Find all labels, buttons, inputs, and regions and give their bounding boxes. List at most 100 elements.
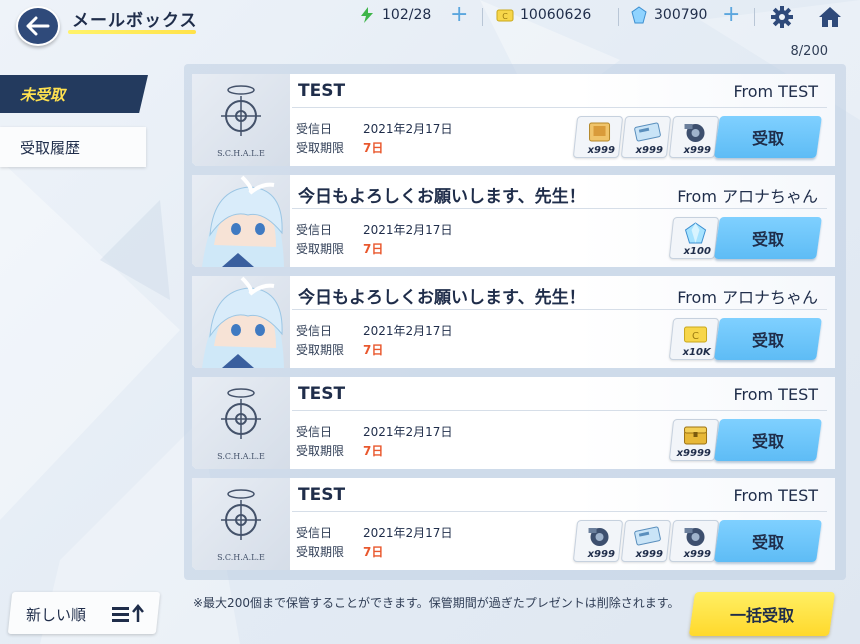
mail-item[interactable]: S.C.H.A.L.E TEST From TEST 受信日 受取期限 2021年2月17…	[192, 74, 835, 166]
ap-display: 102/28	[358, 6, 431, 24]
deadline-label: 受取期限	[296, 242, 345, 256]
disk-icon	[634, 122, 661, 142]
credit-icon: C	[496, 9, 514, 22]
mail-sender: From アロナちゃん	[677, 187, 818, 206]
storage-notice: ※最大200個まで保管することができます。保管期間が過ぎたプレゼントは削除されま…	[193, 596, 680, 610]
claim-label: 受取	[751, 331, 784, 350]
reward-items: x100	[668, 217, 720, 259]
claim-all-button[interactable]: 一括受取	[688, 592, 836, 636]
divider	[292, 511, 827, 512]
reward-items: x9999	[668, 419, 720, 461]
reward-item[interactable]: Cx10K	[668, 318, 720, 360]
add-gem-button[interactable]: +	[722, 4, 740, 26]
mail-item[interactable]: S.C.H.A.L.E TEST From TEST 受信日 受取期限 2021年2月17…	[192, 377, 835, 469]
reward-item[interactable]: x999	[668, 520, 720, 562]
divider	[292, 309, 827, 310]
claim-label: 受取	[751, 432, 784, 451]
mail-sender: From アロナちゃん	[677, 288, 818, 307]
ap-value: 102/28	[382, 7, 432, 23]
mail-avatar: S.C.H.A.L.E	[192, 74, 290, 166]
mail-avatar: S.C.H.A.L.E	[192, 377, 290, 469]
reward-qty: x999	[635, 145, 663, 156]
deadline-label: 受取期限	[296, 444, 345, 458]
gem-icon	[684, 222, 707, 244]
claim-label: 受取	[751, 129, 784, 148]
gem-icon	[631, 6, 647, 24]
divider	[754, 8, 755, 26]
disk-icon	[634, 526, 661, 546]
schale-text: S.C.H.A.L.E	[217, 149, 265, 158]
reward-item[interactable]: x999	[620, 116, 672, 158]
mail-sender: From TEST	[733, 486, 818, 505]
divider	[292, 410, 827, 411]
divider	[292, 107, 827, 108]
claim-label: 受取	[751, 533, 784, 552]
mail-sender: From TEST	[733, 82, 818, 101]
divider	[292, 208, 827, 209]
mail-avatar: S.C.H.A.L.E	[192, 478, 290, 570]
deadline-days: 7日	[363, 242, 384, 256]
mail-title: 今日もよろしくお願いします、先生！	[298, 288, 586, 308]
mail-title: TEST	[298, 485, 346, 505]
title-underline	[68, 30, 196, 34]
mail-item[interactable]: 今日もよろしくお願いします、先生！ From アロナちゃん 受信日 受取期限 2021年…	[192, 276, 835, 368]
schale-text: S.C.H.A.L.E	[217, 452, 265, 461]
add-ap-button[interactable]: +	[450, 4, 468, 26]
back-button[interactable]	[16, 6, 60, 46]
settings-gear-icon[interactable]	[770, 5, 794, 29]
reward-item[interactable]: x999	[668, 116, 720, 158]
reward-item[interactable]: x9999	[668, 419, 720, 461]
top-bar: メールボックス 102/28 + C 10060626 300790 +	[0, 0, 860, 46]
reward-qty: x100	[683, 246, 711, 257]
reward-item[interactable]: x999	[620, 520, 672, 562]
lightning-icon	[361, 7, 373, 23]
reward-qty: x999	[635, 549, 663, 560]
deadline-label: 受取期限	[296, 343, 345, 357]
reward-item[interactable]: x999	[572, 520, 624, 562]
arona-portrait-icon	[202, 175, 284, 267]
claim-button[interactable]: 受取	[714, 520, 822, 562]
deadline-label: 受取期限	[296, 141, 345, 155]
received-date: 2021年2月17日	[363, 425, 453, 439]
claim-button[interactable]: 受取	[714, 116, 822, 158]
tab-unclaimed[interactable]: 未受取	[0, 75, 148, 113]
gold-chest-icon	[684, 426, 708, 445]
sort-order-icon[interactable]	[112, 604, 152, 624]
schale-text: S.C.H.A.L.E	[217, 553, 265, 562]
received-label: 受信日	[296, 122, 333, 136]
reward-qty: x999	[683, 145, 711, 156]
mail-item[interactable]: S.C.H.A.L.E TEST From TEST 受信日 受取期限 2021年2月17…	[192, 478, 835, 570]
reward-qty: x9999	[676, 448, 711, 459]
tab-history[interactable]: 受取履歴	[0, 127, 146, 167]
mail-item[interactable]: 今日もよろしくお願いします、先生！ From アロナちゃん 受信日 受取期限 2021年…	[192, 175, 835, 267]
reward-items: x999 x999 x999	[572, 116, 720, 158]
reward-items: x999 x999 x999	[572, 520, 720, 562]
received-label: 受信日	[296, 425, 333, 439]
reward-item[interactable]: x100	[668, 217, 720, 259]
svg-text:C: C	[502, 12, 508, 21]
received-label: 受信日	[296, 526, 333, 540]
mail-avatar	[192, 276, 290, 368]
credit-value: 10060626	[520, 7, 592, 23]
mail-avatar	[192, 175, 290, 267]
arrow-left-icon	[26, 16, 50, 36]
gear-part-icon	[684, 124, 705, 142]
divider	[482, 8, 483, 26]
reward-qty: x999	[587, 145, 615, 156]
claim-button[interactable]: 受取	[714, 318, 822, 360]
page-title: メールボックス	[72, 11, 198, 31]
claim-button[interactable]: 受取	[714, 419, 822, 461]
reward-qty: x10K	[682, 347, 711, 358]
reward-item[interactable]: x999	[572, 116, 624, 158]
claim-button[interactable]: 受取	[714, 217, 822, 259]
mail-count: 8/200	[790, 44, 828, 59]
received-label: 受信日	[296, 324, 333, 338]
deadline-days: 7日	[363, 444, 384, 458]
schale-logo-icon: S.C.H.A.L.E	[217, 388, 265, 461]
mail-title: TEST	[298, 81, 346, 101]
home-icon[interactable]	[817, 5, 843, 29]
deadline-label: 受取期限	[296, 545, 345, 559]
mail-title: TEST	[298, 384, 346, 404]
claim-label: 受取	[751, 230, 784, 249]
claim-all-label: 一括受取	[729, 606, 794, 625]
